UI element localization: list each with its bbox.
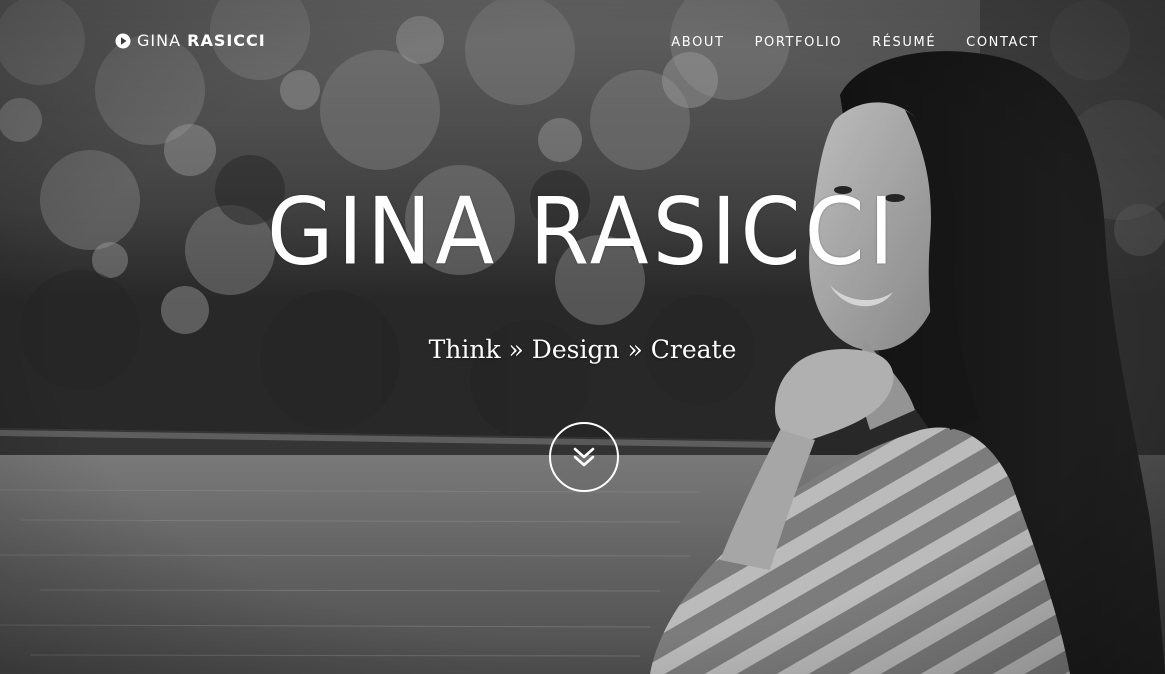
nav-item-resume: RÉSUMÉ [872, 33, 936, 51]
brand-link[interactable]: GINA RASICCI [115, 31, 266, 50]
main-nav: ABOUT PORTFOLIO RÉSUMÉ CONTACT [671, 33, 1039, 51]
navbar: GINA RASICCI ABOUT PORTFOLIO RÉSUMÉ CONT… [0, 0, 1165, 84]
nav-item-about: ABOUT [671, 33, 724, 51]
scroll-down-button[interactable] [549, 422, 619, 492]
hero-section: GINA RASICCI ABOUT PORTFOLIO RÉSUMÉ CONT… [0, 0, 1165, 674]
nav-item-contact: CONTACT [966, 33, 1039, 51]
nav-link-portfolio[interactable]: PORTFOLIO [755, 35, 843, 50]
brand-name: GINA RASICCI [137, 31, 266, 50]
play-circle-icon [115, 33, 131, 48]
double-chevron-down-icon [573, 447, 595, 467]
nav-link-resume[interactable]: RÉSUMÉ [872, 35, 936, 50]
brand-last-name: RASICCI [187, 31, 266, 50]
nav-link-about[interactable]: ABOUT [671, 35, 724, 50]
nav-link-contact[interactable]: CONTACT [966, 35, 1039, 50]
hero-title: GINA RASICCI [266, 178, 899, 286]
hero-tagline: Think » Design » Create [428, 335, 737, 364]
brand-first-name: GINA [137, 31, 182, 50]
nav-item-portfolio: PORTFOLIO [755, 33, 843, 51]
